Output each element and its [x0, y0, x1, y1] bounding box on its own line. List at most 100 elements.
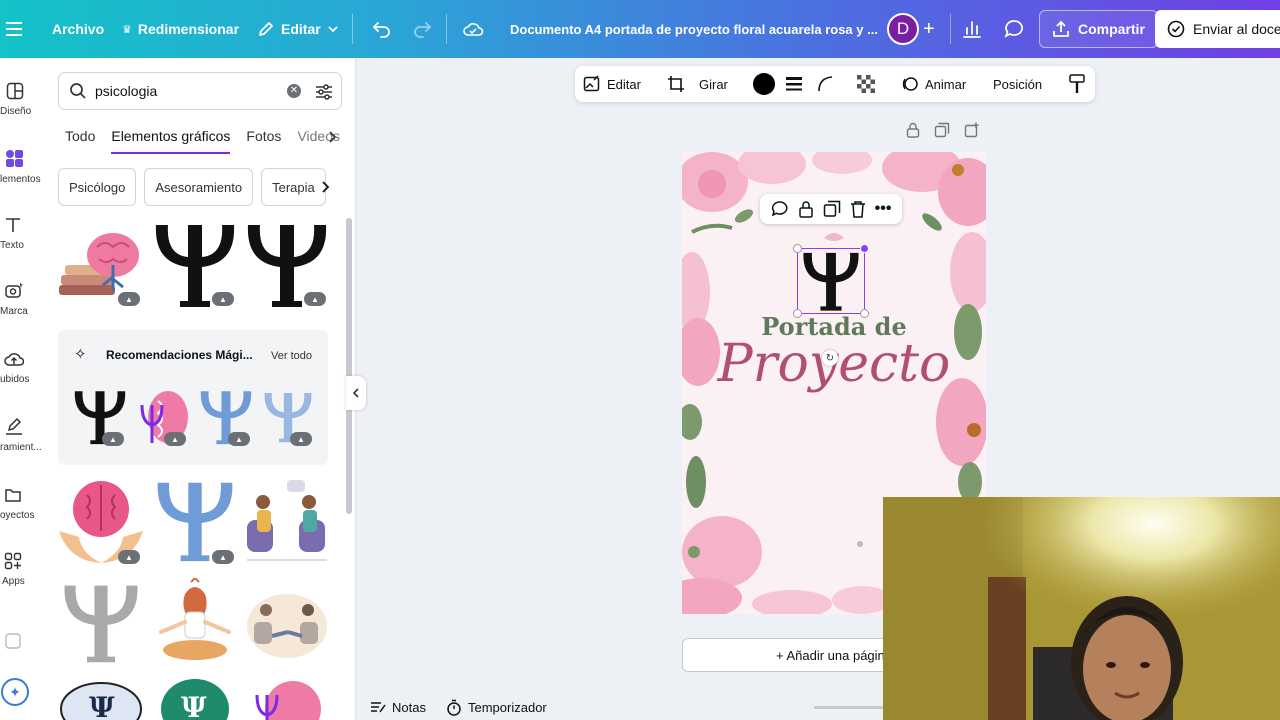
rail-item-elements[interactable]: lementos — [0, 148, 46, 185]
resize-handle[interactable] — [793, 244, 802, 253]
graphic-therapy-session[interactable] — [242, 474, 332, 568]
more-options-icon[interactable]: ••• — [875, 200, 892, 218]
panel-scrollbar[interactable] — [346, 218, 352, 514]
layout-icon — [6, 82, 24, 100]
graphic-meditation[interactable] — [150, 576, 240, 670]
notes-label: Notas — [392, 699, 426, 715]
chevron-right-icon[interactable] — [328, 130, 338, 144]
rail-item-label: Diseño — [0, 106, 32, 117]
rotate-handle[interactable]: ↻ — [822, 350, 838, 366]
chip-therapy[interactable]: Terapia — [261, 168, 326, 206]
graphic-psi-black-2[interactable]: ▲ — [242, 220, 332, 310]
clear-search-button[interactable]: ✕ — [287, 84, 301, 98]
rail-item-extra[interactable] — [0, 632, 46, 656]
comments-button[interactable] — [1004, 0, 1024, 58]
resize-handle[interactable] — [860, 244, 869, 253]
add-collaborator-button[interactable]: + — [923, 0, 935, 58]
rail-item-uploads[interactable]: ubidos — [0, 350, 46, 385]
insights-button[interactable] — [962, 0, 982, 58]
rotate-button[interactable]: Girar — [699, 66, 728, 102]
user-avatar[interactable]: D — [887, 0, 919, 58]
corner-icon — [818, 76, 833, 92]
graphic-brain-books[interactable]: ▲ — [56, 220, 146, 310]
tab-graphics[interactable]: Elementos gráficos — [111, 122, 231, 154]
edit-image-button[interactable]: Editar — [583, 66, 641, 102]
resize-label: Redimensionar — [137, 21, 240, 37]
edit-menu-button[interactable]: Editar — [257, 0, 339, 58]
chip-psychologist[interactable]: Psicólogo — [58, 168, 137, 206]
trash-icon[interactable] — [850, 200, 866, 218]
document-title[interactable]: Documento A4 portada de proyecto floral … — [510, 0, 878, 58]
chip-counseling[interactable]: Asesoramiento — [144, 168, 254, 206]
border-style-button[interactable] — [785, 66, 803, 102]
top-bar: Archivo ♛ Redimensionar Editar Documento… — [0, 0, 1280, 58]
resize-button[interactable]: ♛ Redimensionar — [122, 0, 239, 58]
rail-item-projects[interactable]: oyectos — [0, 486, 46, 521]
color-button[interactable] — [753, 66, 775, 102]
save-status-button[interactable] — [462, 0, 484, 58]
notes-button[interactable]: Notas — [370, 694, 426, 720]
graphic-psi-blue[interactable]: ▲ — [150, 474, 240, 568]
transparency-button[interactable] — [857, 66, 875, 102]
graphic-psi-green[interactable]: Ψ — [150, 676, 240, 720]
left-rail: Diseño lementos Texto Marca ubidos ramie… — [0, 58, 46, 720]
undo-icon — [372, 22, 390, 38]
duplicate-icon[interactable] — [823, 200, 841, 218]
position-button[interactable]: Posición — [993, 66, 1042, 102]
reco-psi-brain[interactable]: ▲ — [134, 386, 194, 448]
share-button[interactable]: Compartir — [1039, 0, 1158, 58]
graphic-counseling[interactable] — [242, 576, 332, 670]
redo-button[interactable] — [412, 0, 432, 58]
magic-assistant-button[interactable]: ✦ — [0, 678, 46, 706]
search-input[interactable] — [95, 83, 275, 99]
rail-item-design[interactable]: Diseño — [0, 82, 46, 117]
animate-button[interactable]: Animar — [901, 66, 966, 102]
file-menu-button[interactable]: Archivo — [52, 0, 104, 58]
tab-photos[interactable]: Fotos — [246, 122, 281, 154]
reco-psi-black[interactable]: ▲ — [70, 386, 130, 448]
crop-button[interactable] — [667, 66, 685, 102]
reco-psi-light-blue[interactable]: ▲ — [258, 386, 318, 448]
send-button-body: Enviar al docen — [1155, 10, 1280, 48]
chevron-right-icon[interactable] — [321, 180, 331, 194]
selected-psi-element[interactable] — [793, 244, 869, 318]
graphic-brain-hands[interactable]: ▲ — [56, 474, 146, 568]
send-to-teacher-button[interactable]: Enviar al docen — [1155, 0, 1280, 58]
collapse-panel-button[interactable] — [346, 376, 366, 410]
svg-text:Ψ: Ψ — [181, 691, 207, 720]
paint-roller-icon — [1069, 74, 1085, 93]
see-all-link[interactable]: Ver todo — [271, 350, 312, 362]
rail-item-brand[interactable]: Marca — [0, 280, 46, 317]
lock-icon[interactable] — [906, 122, 920, 138]
rail-item-label: ubidos — [0, 374, 30, 385]
elements-panel: ✕ Todo Elementos gráficos Fotos Videos P… — [46, 58, 356, 720]
therapy-session-graphic — [247, 480, 327, 561]
menu-button[interactable] — [6, 0, 22, 58]
comment-add-icon[interactable] — [771, 200, 789, 218]
graphic-psi-head[interactable]: Ψ — [56, 676, 146, 720]
share-label: Compartir — [1078, 21, 1145, 37]
undo-button[interactable] — [372, 0, 392, 58]
graphic-psi-black-1[interactable]: ▲ — [150, 220, 240, 310]
document-title-text: Documento A4 portada de proyecto floral … — [510, 21, 878, 37]
tab-all[interactable]: Todo — [65, 122, 95, 154]
timer-button[interactable]: Temporizador — [446, 694, 547, 720]
add-page-icon[interactable] — [964, 122, 980, 138]
zoom-slider-track[interactable] — [814, 706, 884, 709]
rail-item-apps[interactable]: Apps — [0, 552, 46, 587]
graphic-brain-psi-pink[interactable] — [242, 676, 332, 720]
duplicate-page-icon[interactable] — [934, 122, 950, 138]
rail-item-text[interactable]: Texto — [0, 216, 46, 251]
chevron-left-icon — [352, 388, 359, 398]
reco-psi-blue[interactable]: ▲ — [196, 386, 256, 448]
copy-style-button[interactable] — [1069, 66, 1085, 102]
counseling-graphic — [247, 594, 327, 658]
bar-chart-icon — [963, 21, 981, 38]
folder-icon — [5, 489, 21, 502]
corner-rounding-button[interactable] — [817, 66, 835, 102]
graphic-psi-gray[interactable] — [56, 576, 146, 670]
rail-item-draw[interactable]: ramient... — [0, 416, 46, 453]
search-box[interactable]: ✕ — [58, 72, 342, 110]
lock-icon[interactable] — [798, 200, 814, 218]
filter-icon[interactable] — [315, 83, 333, 101]
